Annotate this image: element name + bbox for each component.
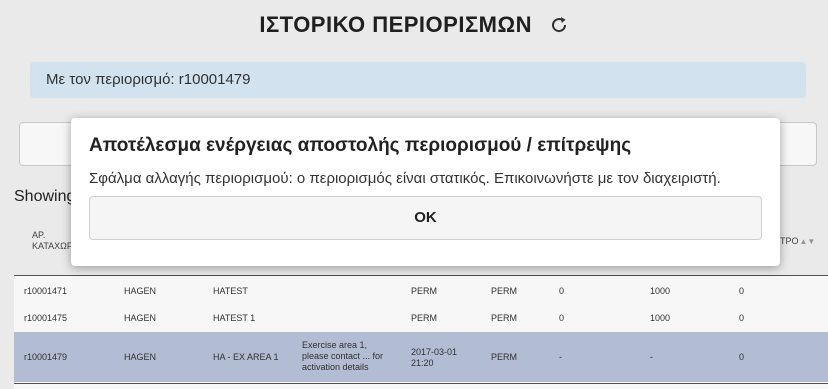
dialog-message: Σφάλμα αλλαγής περιορισμού: ο περιορισμό… <box>89 170 721 187</box>
dialog-title: Αποτέλεσμα ενέργειας αποστολής περιορισμ… <box>89 135 632 156</box>
ok-button[interactable]: OK <box>89 196 762 240</box>
result-dialog: Αποτέλεσμα ενέργειας αποστολής περιορισμ… <box>71 118 780 266</box>
